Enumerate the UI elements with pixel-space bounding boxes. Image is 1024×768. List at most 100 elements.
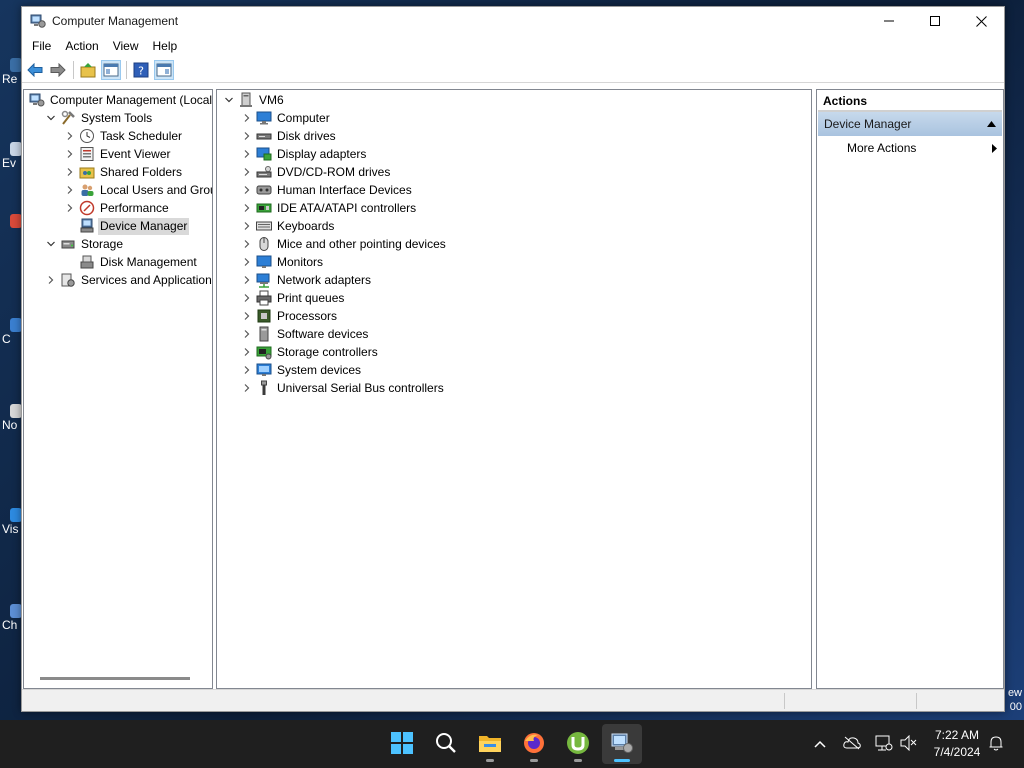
close-button[interactable] [958, 7, 1004, 35]
desktop-icon[interactable]: Ev [2, 142, 22, 170]
utorrent-button[interactable] [558, 724, 598, 764]
device-category[interactable]: IDE ATA/ATAPI controllers [241, 199, 418, 217]
expanded-chevron-icon[interactable] [45, 109, 57, 127]
expanded-chevron-icon[interactable] [223, 91, 235, 109]
minimize-button[interactable] [866, 7, 912, 35]
device-category[interactable]: Storage controllers [241, 343, 380, 361]
file-explorer-button[interactable] [470, 724, 510, 764]
device-category[interactable]: Software devices [241, 325, 370, 343]
title-bar[interactable]: Computer Management [22, 7, 1004, 35]
tree-item[interactable]: Performance [64, 199, 171, 217]
collapsed-chevron-icon[interactable] [64, 199, 76, 217]
maximize-button[interactable] [912, 7, 958, 35]
device-category-label: Keyboards [277, 218, 335, 233]
show-hide-action-pane-button[interactable] [154, 59, 174, 80]
desktop-icon[interactable]: No [2, 404, 22, 432]
collapsed-chevron-icon[interactable] [241, 343, 253, 361]
collapsed-chevron-icon[interactable] [241, 217, 253, 235]
collapsed-chevron-icon[interactable] [241, 163, 253, 181]
collapsed-chevron-icon[interactable] [241, 109, 253, 127]
device-category[interactable]: Disk drives [241, 127, 338, 145]
collapsed-chevron-icon[interactable] [241, 235, 253, 253]
tree-item[interactable]: System Tools [45, 109, 154, 127]
desktop-icon[interactable]: Re [2, 58, 22, 86]
console-tree-pane[interactable]: Computer Management (Local System Tools Ta… [23, 89, 213, 689]
tray-volume-muted-button[interactable] [897, 732, 921, 756]
desktop-icon[interactable]: Vis [2, 508, 22, 536]
menu-file[interactable]: File [25, 35, 58, 57]
tree-item[interactable]: Computer Management (Local [26, 91, 212, 109]
device-category[interactable]: Keyboards [241, 217, 336, 235]
device-category[interactable]: DVD/CD-ROM drives [241, 163, 392, 181]
collapsed-chevron-icon[interactable] [241, 271, 253, 289]
tree-item[interactable]: Storage [45, 235, 125, 253]
collapse-caret-icon [987, 121, 996, 127]
status-divider [784, 693, 785, 709]
collapsed-chevron-icon[interactable] [241, 199, 253, 217]
horizontal-scrollbar[interactable] [40, 677, 190, 680]
more-actions-item[interactable]: More Actions [817, 136, 1003, 160]
tray-chevron-up-button[interactable] [808, 732, 832, 756]
collapsed-chevron-icon[interactable] [45, 271, 57, 289]
computer-management-button[interactable] [602, 724, 642, 764]
collapsed-chevron-icon[interactable] [241, 361, 253, 379]
device-category[interactable]: Universal Serial Bus controllers [241, 379, 446, 397]
tree-item[interactable]: Device Manager [64, 217, 190, 235]
collapsed-chevron-icon[interactable] [241, 127, 253, 145]
menu-view[interactable]: View [106, 35, 146, 57]
device-category[interactable]: Human Interface Devices [241, 181, 414, 199]
desktop-icon[interactable]: Ch [2, 604, 22, 632]
tree-item[interactable]: Event Viewer [64, 145, 172, 163]
back-button[interactable] [25, 60, 45, 80]
collapsed-chevron-icon[interactable] [241, 379, 253, 397]
collapsed-chevron-icon[interactable] [64, 145, 76, 163]
tray-network-button[interactable] [872, 732, 896, 756]
collapsed-chevron-icon[interactable] [64, 181, 76, 199]
collapsed-chevron-icon[interactable] [241, 325, 253, 343]
device-root[interactable]: VM6 [223, 91, 286, 109]
firefox-button[interactable] [514, 724, 554, 764]
device-list-pane[interactable]: VM6 Computer Disk drives Display adapters DV… [216, 89, 812, 689]
device-category[interactable]: Computer [241, 109, 332, 127]
device-category[interactable]: Network adapters [241, 271, 373, 289]
tree-item[interactable]: Disk Management [64, 253, 199, 271]
collapsed-chevron-icon[interactable] [241, 307, 253, 325]
expanded-chevron-icon[interactable] [45, 235, 57, 253]
show-hide-console-tree-button[interactable] [101, 59, 121, 80]
collapsed-chevron-icon[interactable] [241, 181, 253, 199]
device-category[interactable]: Print queues [241, 289, 346, 307]
utorrent-icon [566, 731, 590, 758]
help-button[interactable]: ? [131, 60, 151, 80]
tree-item[interactable]: Shared Folders [64, 163, 184, 181]
device-category[interactable]: Mice and other pointing devices [241, 235, 448, 253]
collapsed-chevron-icon[interactable] [241, 145, 253, 163]
up-folder-button[interactable] [78, 60, 98, 80]
tree-item[interactable]: Services and Applications [45, 271, 212, 289]
tray-cloud-offline-button[interactable] [840, 732, 864, 756]
actions-section-device-manager[interactable]: Device Manager [818, 112, 1002, 136]
tree-item[interactable]: Task Scheduler [64, 127, 184, 145]
collapsed-chevron-icon[interactable] [64, 127, 76, 145]
tree-item[interactable]: Local Users and Groups [64, 181, 212, 199]
keyboard-icon [256, 218, 272, 234]
device-category[interactable]: Display adapters [241, 145, 368, 163]
notifications-button[interactable] [984, 732, 1008, 756]
collapsed-chevron-icon[interactable] [241, 289, 253, 307]
menu-action[interactable]: Action [58, 35, 105, 57]
device-category[interactable]: System devices [241, 361, 363, 379]
start-button[interactable] [382, 724, 422, 764]
software-device-icon [256, 326, 272, 342]
menu-help[interactable]: Help [146, 35, 185, 57]
desktop-icon[interactable] [2, 214, 22, 228]
device-category[interactable]: Monitors [241, 253, 325, 271]
device-category[interactable]: Processors [241, 307, 339, 325]
desktop-icon-label: Vis [2, 522, 19, 536]
collapsed-chevron-icon[interactable] [241, 253, 253, 271]
device-category-label: System devices [277, 362, 362, 377]
collapsed-chevron-icon[interactable] [64, 163, 76, 181]
taskbar-clock[interactable]: 7:22 AM 7/4/2024 [924, 727, 990, 761]
forward-button[interactable] [48, 60, 68, 80]
desktop-icon[interactable]: C [2, 318, 22, 346]
event-viewer-icon [79, 146, 95, 162]
search-button[interactable] [426, 724, 466, 764]
